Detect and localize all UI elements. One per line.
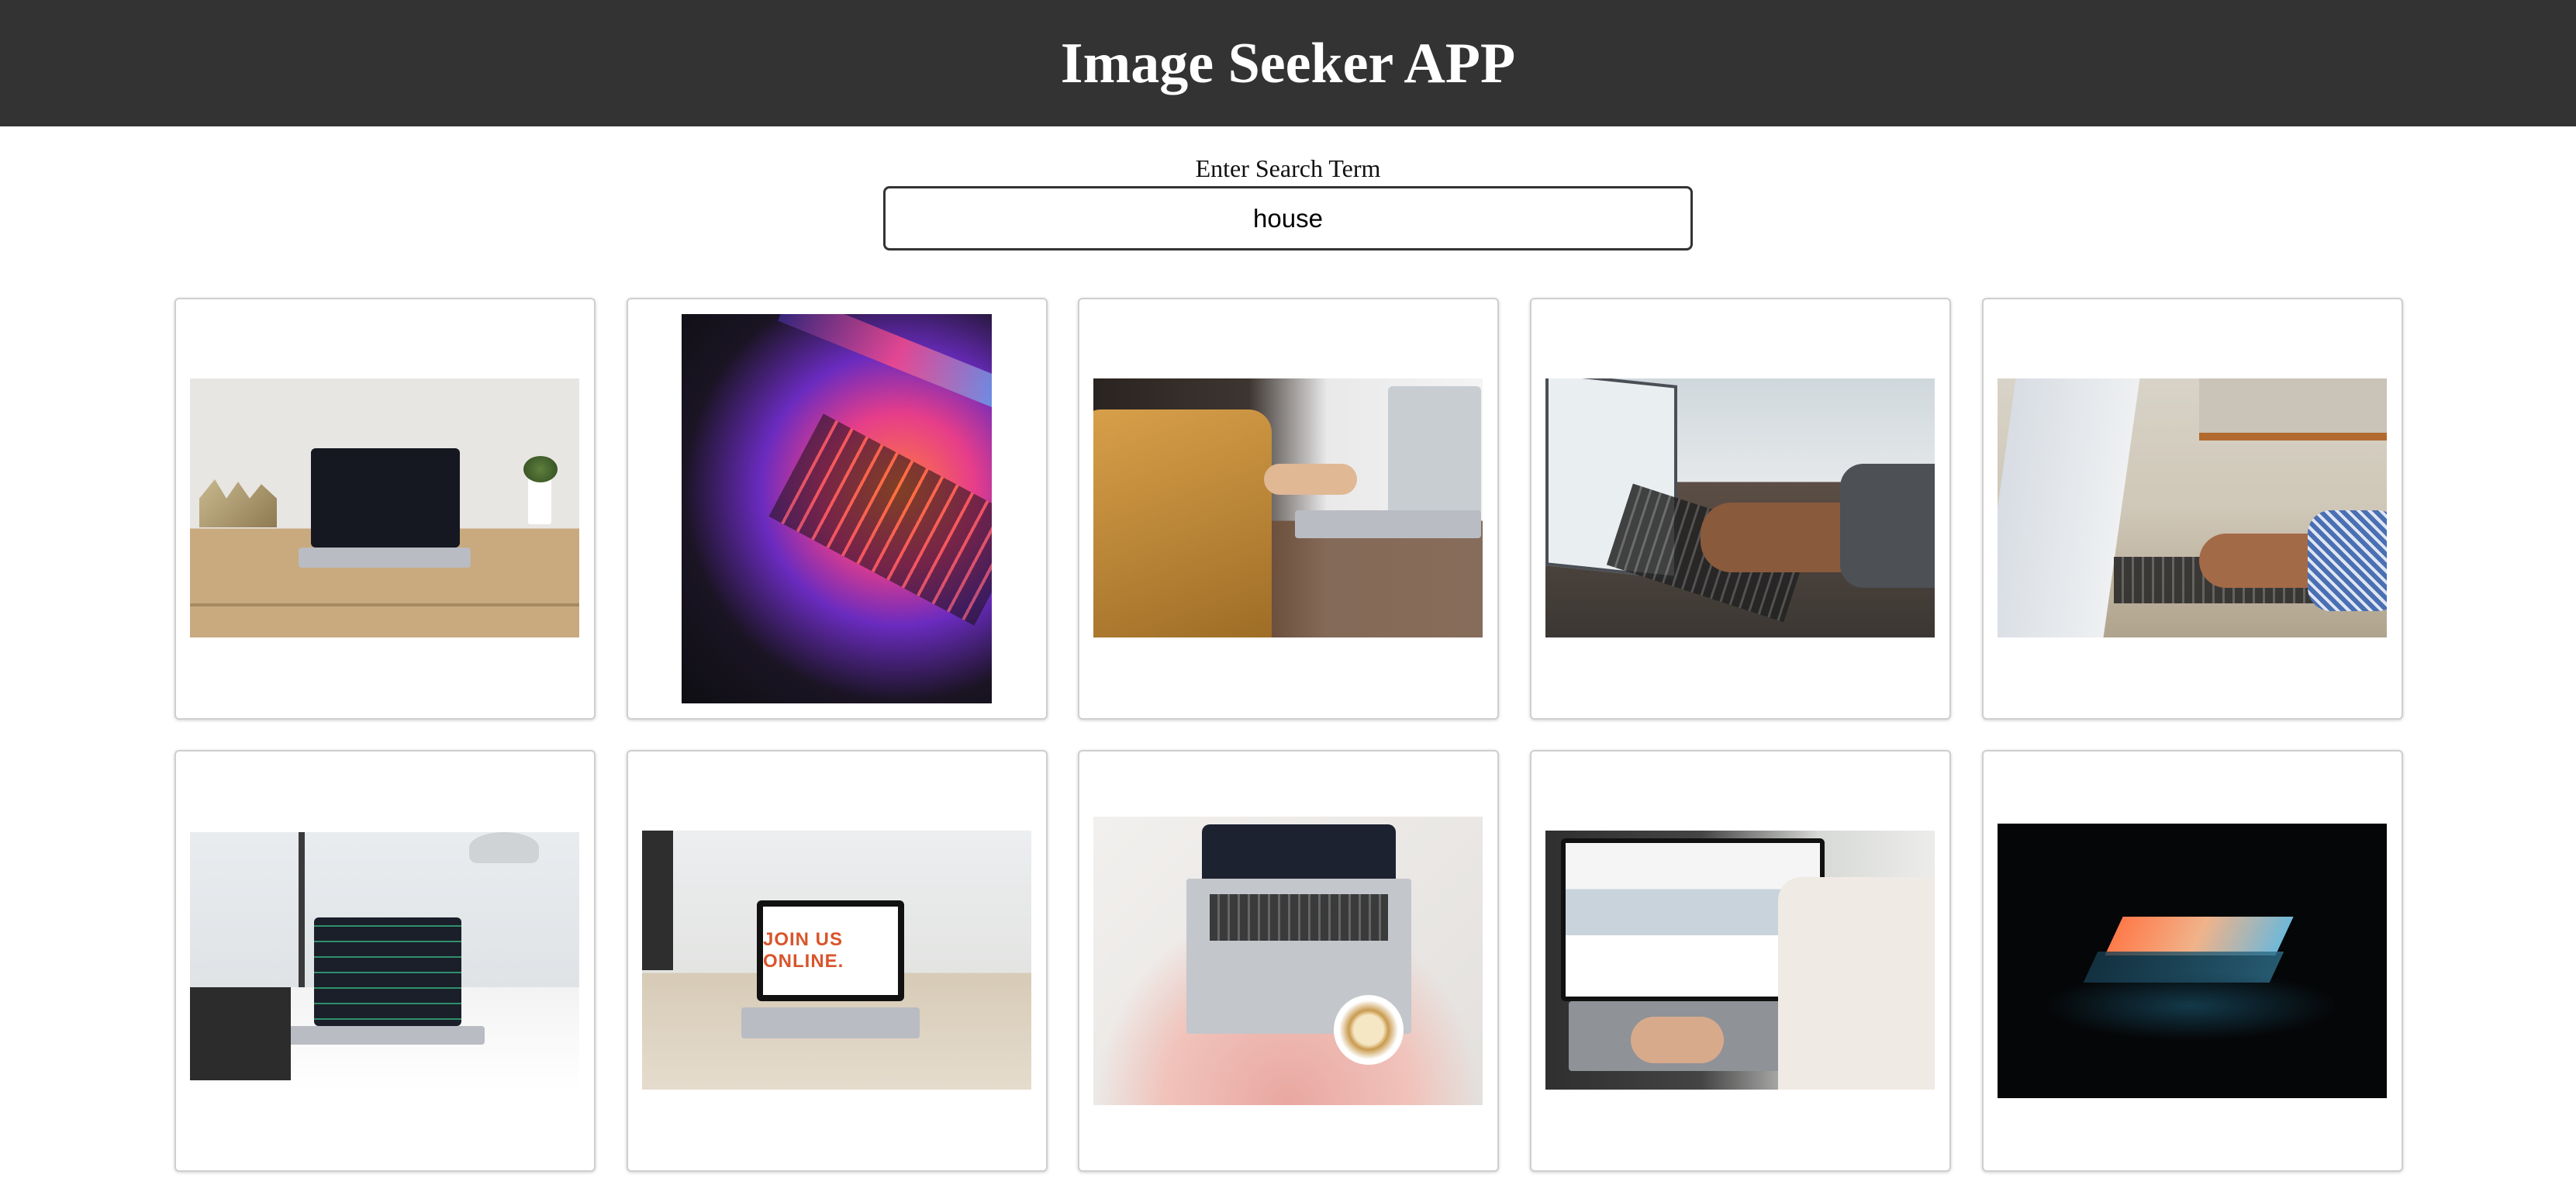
result-image[interactable]: JOIN US ONLINE. [642,831,1031,1090]
result-image[interactable] [1998,378,2387,637]
result-card[interactable] [1530,750,1951,1172]
result-card[interactable] [1078,298,1499,720]
result-image[interactable] [1093,378,1483,637]
result-card[interactable] [1982,298,2403,720]
result-card[interactable] [174,750,596,1172]
app-title: Image Seeker APP [1060,31,1516,95]
result-card[interactable] [627,298,1048,720]
search-input[interactable] [883,186,1693,250]
result-card[interactable]: JOIN US ONLINE. [627,750,1048,1172]
result-image[interactable] [190,832,579,1090]
result-image[interactable] [1545,378,1935,637]
app-header: Image Seeker APP [0,0,2576,126]
search-label: Enter Search Term [1195,154,1381,182]
result-card[interactable] [1530,298,1951,720]
result-image[interactable] [1545,831,1935,1090]
result-card[interactable] [1982,750,2403,1172]
result-image[interactable] [682,314,992,703]
result-image[interactable] [1093,817,1483,1105]
result-card[interactable] [1078,750,1499,1172]
result-image[interactable] [1998,824,2387,1098]
result-card[interactable] [174,298,596,720]
result-image[interactable] [190,378,579,637]
